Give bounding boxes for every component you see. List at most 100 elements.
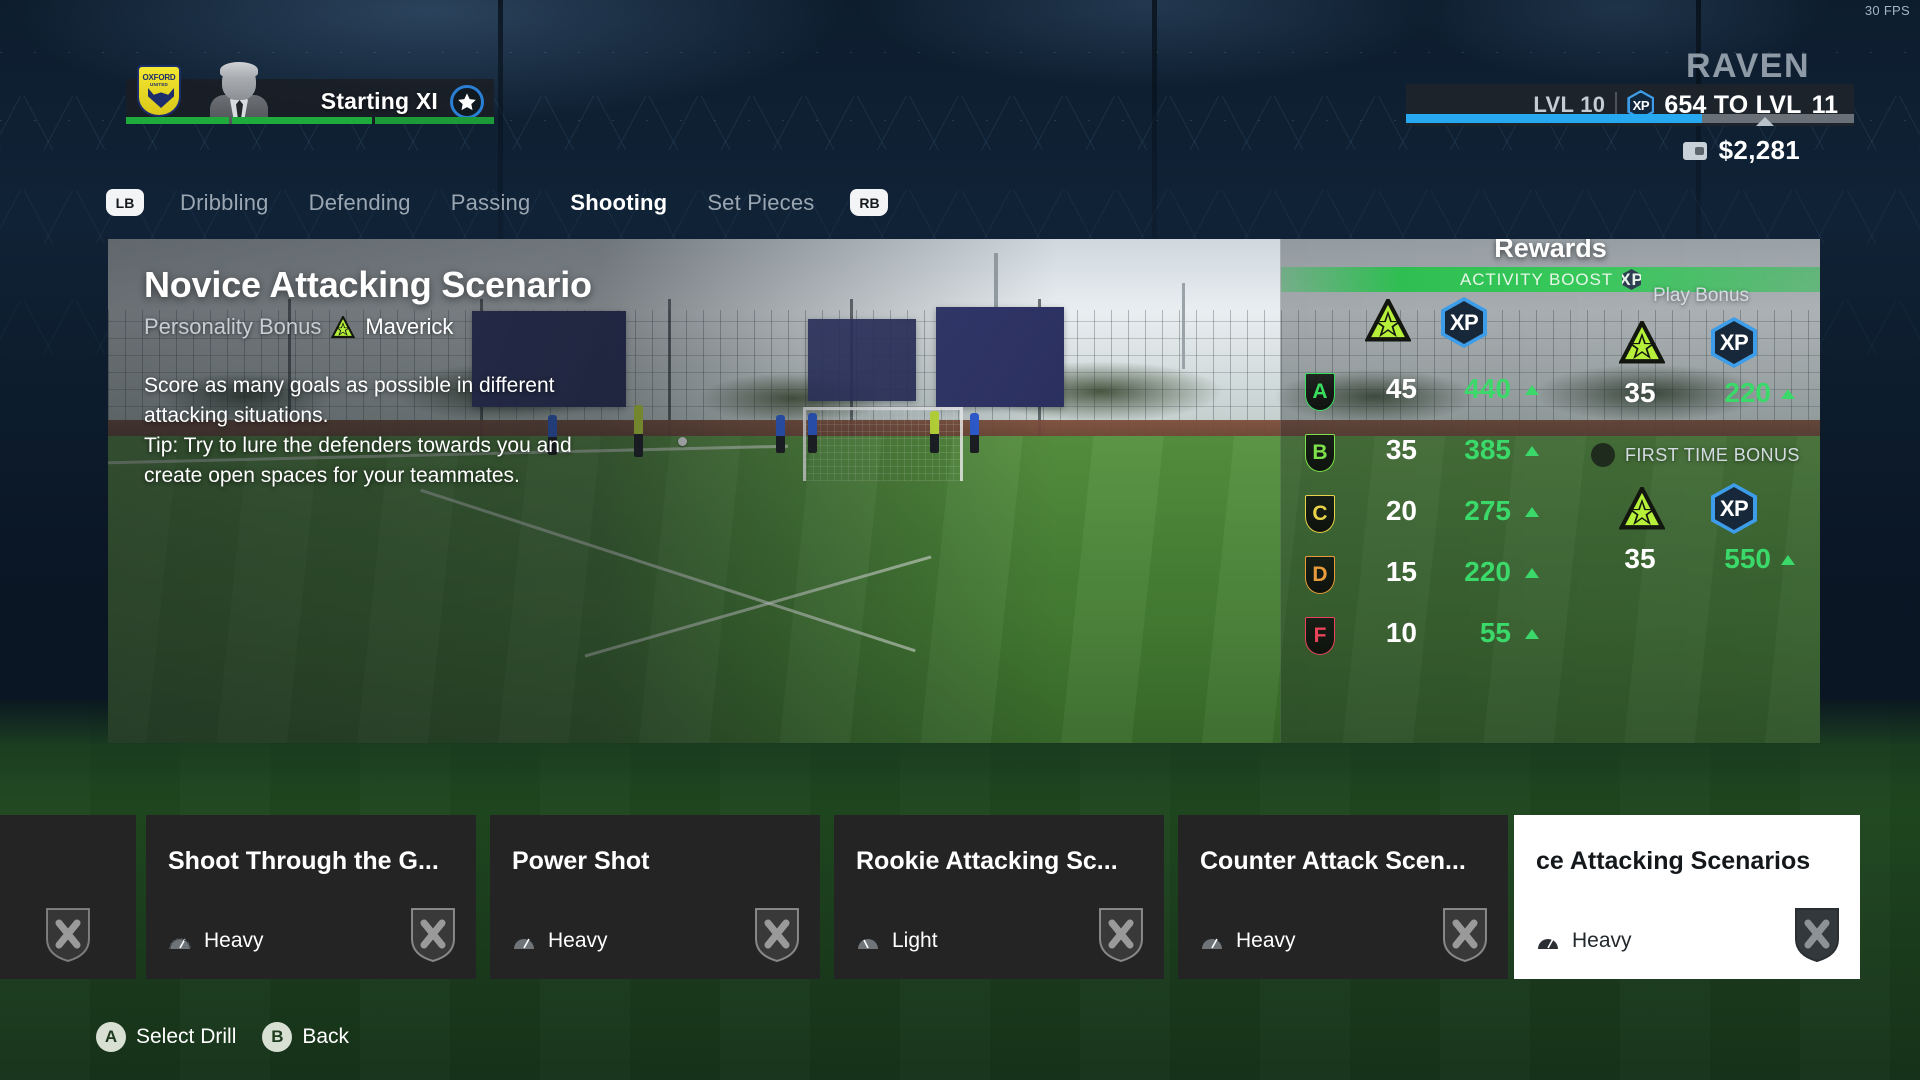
locked-icon xyxy=(755,908,799,963)
xp-icon: XP xyxy=(1441,297,1487,348)
locked-icon xyxy=(1443,908,1487,963)
trend-up-icon xyxy=(1525,568,1539,578)
drill-intensity-label: Light xyxy=(892,929,938,952)
prompt-back-label: Back xyxy=(302,1025,350,1048)
club-badge-line2: UNITED xyxy=(150,82,168,87)
grade-stars-c: 20 xyxy=(1385,495,1417,526)
play-bonus-icons: XP xyxy=(1591,315,1811,377)
grade-reward-table: XP A 45 440 B 35 385 C 20 275 D 15 220 F… xyxy=(1293,297,1583,672)
locked-icon xyxy=(46,908,90,963)
table-row: C 20 275 xyxy=(1293,489,1583,550)
star-reward-icon xyxy=(1619,321,1665,364)
first-time-bonus-label: FIRST TIME BONUS xyxy=(1625,444,1800,465)
grade-xp-d: 220 xyxy=(1464,556,1511,587)
club-badge-line1: OXFORD xyxy=(142,73,176,82)
gauge-icon xyxy=(169,938,191,950)
right-bumper-icon[interactable]: RB xyxy=(850,189,889,216)
gauge-icon xyxy=(1202,938,1222,949)
player-name: RAVEN xyxy=(1686,47,1810,85)
trend-up-icon xyxy=(1525,446,1539,456)
tab-dribbling[interactable]: Dribbling xyxy=(160,190,289,216)
list-item-selected[interactable]: ce Attacking Scenarios Heavy xyxy=(1514,815,1860,979)
drill-intensity: Light xyxy=(856,929,938,953)
maverick-star-icon xyxy=(331,315,356,338)
star-icon xyxy=(450,84,484,119)
button-b-icon: B xyxy=(262,1022,293,1052)
tab-defending[interactable]: Defending xyxy=(289,190,431,216)
drill-intensity: Heavy xyxy=(512,929,608,953)
play-bonus-xp: 220 xyxy=(1724,377,1771,408)
first-time-bonus-xp: 550 xyxy=(1724,543,1771,574)
drill-description: Score as many goals as possible in diffe… xyxy=(144,374,572,487)
gauge-icon xyxy=(858,939,878,949)
star-reward-icon xyxy=(1619,487,1665,530)
grade-stars-a: 45 xyxy=(1385,373,1417,404)
personality-bonus-value: Maverick xyxy=(365,314,454,339)
manager-avatar xyxy=(208,62,270,124)
fps-counter: 30 FPS xyxy=(1864,3,1910,18)
trend-up-icon xyxy=(1525,629,1539,639)
tab-shooting[interactable]: Shooting xyxy=(550,190,687,216)
star-reward-icon xyxy=(1365,299,1411,342)
currency-display: $2,281 xyxy=(1682,135,1800,166)
first-time-bonus-values: 35 550 xyxy=(1591,543,1811,585)
currency-amount: $2,281 xyxy=(1718,135,1800,165)
gauge-icon xyxy=(514,938,534,949)
drill-preview-panel: Novice Attacking Scenario Personality Bo… xyxy=(108,239,1820,743)
prompt-back[interactable]: B Back xyxy=(262,1022,349,1052)
grade-xp-c: 275 xyxy=(1464,495,1511,526)
drill-card-title: Power Shot xyxy=(512,847,650,875)
squad-fitness-bar xyxy=(126,117,494,124)
drill-intensity: Heavy xyxy=(1536,929,1632,953)
drill-card-title: Rookie Attacking Sc... xyxy=(856,847,1118,875)
first-time-bonus-stars: 35 xyxy=(1624,543,1656,574)
grade-stars-f: 10 xyxy=(1385,617,1417,648)
rewards-title: Rewards xyxy=(1494,239,1607,263)
table-row: F 10 55 xyxy=(1293,611,1583,672)
grade-badge-d: D xyxy=(1305,556,1335,594)
grade-stars-b: 35 xyxy=(1385,434,1417,465)
play-bonus-stars: 35 xyxy=(1624,377,1656,408)
tab-passing[interactable]: Passing xyxy=(431,190,551,216)
list-item[interactable]: Rookie Attacking Sc... Light xyxy=(834,815,1164,979)
table-row: A 45 440 xyxy=(1293,367,1583,428)
list-item[interactable] xyxy=(0,815,136,979)
button-a-icon: A xyxy=(96,1022,126,1052)
trend-up-icon xyxy=(1525,385,1539,395)
grade-table-header: XP xyxy=(1293,297,1583,367)
bonus-column: Play Bonus XP 35 220 FIRST TIME BONUS XP… xyxy=(1591,285,1811,585)
locked-icon xyxy=(1099,908,1143,963)
trend-up-icon xyxy=(1525,507,1539,517)
personality-bonus-row: Personality Bonus Maverick xyxy=(144,314,453,340)
first-time-bonus-header: FIRST TIME BONUS xyxy=(1591,443,1811,467)
action-prompts: A Select Drill B Back xyxy=(96,1022,349,1052)
grade-badge-a: A xyxy=(1305,373,1335,411)
squad-label: Starting XI xyxy=(320,88,438,114)
grade-badge-b: B xyxy=(1305,434,1335,472)
left-bumper-icon[interactable]: LB xyxy=(106,189,144,216)
prompt-select-drill-label: Select Drill xyxy=(136,1025,237,1048)
grade-xp-f: 55 xyxy=(1479,617,1511,648)
locked-icon xyxy=(411,908,455,963)
drill-intensity: Heavy xyxy=(168,929,264,953)
table-row: D 15 220 xyxy=(1293,550,1583,611)
table-row: B 35 385 xyxy=(1293,428,1583,489)
trend-up-icon xyxy=(1781,555,1795,565)
tab-set-pieces[interactable]: Set Pieces xyxy=(687,190,834,216)
drill-intensity-label: Heavy xyxy=(1572,929,1632,952)
list-item[interactable]: Power Shot Heavy xyxy=(490,815,820,979)
rewards-panel: Rewards ACTIVITY BOOST XP XP A 45 440 B … xyxy=(1280,239,1820,743)
xp-icon: XP xyxy=(1711,317,1757,368)
drill-card-title: Counter Attack Scen... xyxy=(1200,847,1466,875)
gauge-icon xyxy=(1538,938,1558,949)
grade-badge-f: F xyxy=(1305,617,1335,655)
list-item[interactable]: Counter Attack Scen... Heavy xyxy=(1178,815,1508,979)
prompt-select-drill[interactable]: A Select Drill xyxy=(96,1022,236,1052)
drill-title: Novice Attacking Scenario xyxy=(144,264,592,305)
xp-progress-bar xyxy=(1406,114,1854,126)
drill-intensity-label: Heavy xyxy=(548,929,608,952)
locked-icon xyxy=(1795,908,1839,963)
list-item[interactable]: Shoot Through the G... Heavy xyxy=(146,815,476,979)
drill-intensity-label: Heavy xyxy=(1236,929,1296,952)
first-time-bonus-icons: XP xyxy=(1591,481,1811,543)
